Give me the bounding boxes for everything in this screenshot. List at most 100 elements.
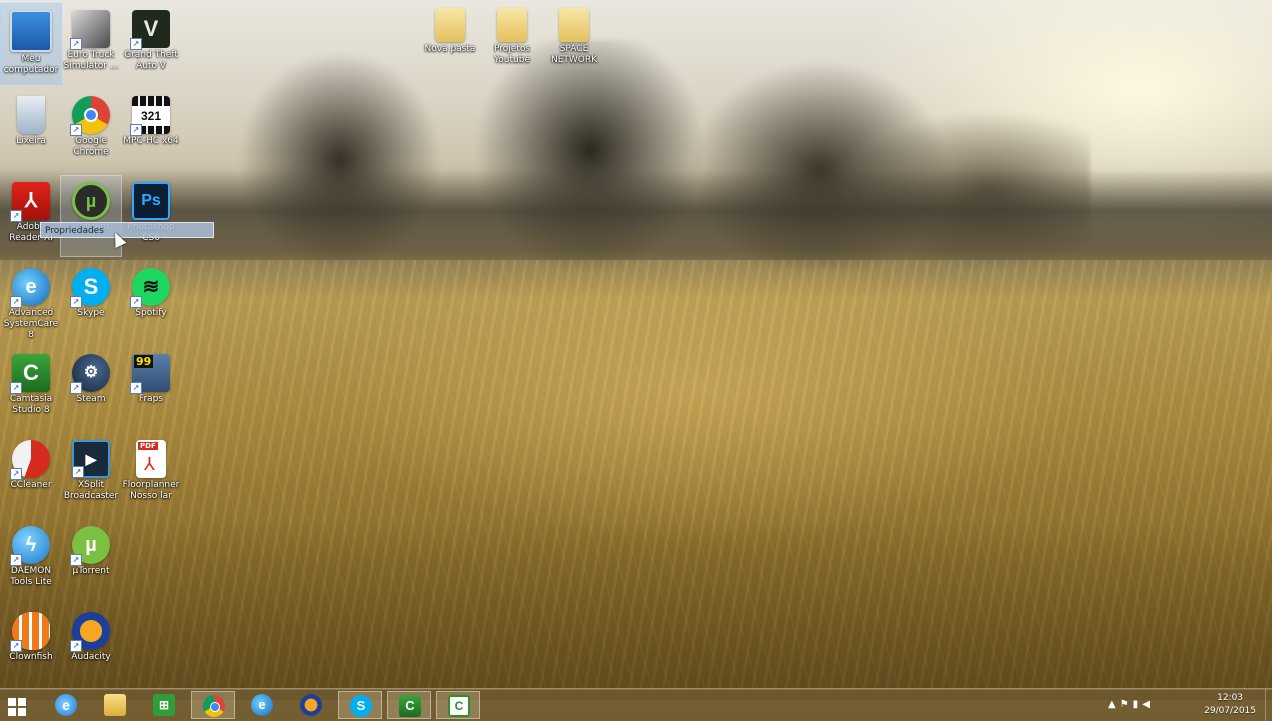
- ccleaner-icon: ↗: [10, 440, 50, 480]
- drag-tooltip: Propriedades: [40, 222, 214, 238]
- start-button[interactable]: [0, 691, 40, 719]
- xsplit-icon: ▶ ↗: [72, 440, 110, 478]
- desktop-icon-meu-computador[interactable]: Meu computador: [0, 3, 62, 85]
- desktop-icon-label: Advanced SystemCare 8: [3, 308, 59, 340]
- shortcut-arrow-icon: ↗: [130, 124, 142, 136]
- taskbar-store[interactable]: ⊞: [142, 691, 186, 719]
- shortcut-arrow-icon: ↗: [10, 296, 22, 308]
- desktop-icon-gta-v[interactable]: V ↗ Grand Theft Auto V: [121, 4, 181, 84]
- taskbar-camtasia-recorder[interactable]: C: [436, 691, 480, 719]
- shortcut-arrow-icon: ↗: [70, 38, 82, 50]
- wallpaper-treeline: [0, 170, 1272, 260]
- daemon-tools-icon: ϟ ↗: [10, 526, 50, 566]
- desktop-icon-audacity[interactable]: ↗ Audacity: [61, 606, 121, 686]
- desktop-icon-skype[interactable]: S ↗ Skype: [61, 262, 121, 342]
- taskbar: e ⊞ e S C C ▲⚑▮◀ 12:03 29/07/2015: [0, 688, 1272, 721]
- taskbar-audacity[interactable]: [289, 691, 333, 719]
- taskbar-skype[interactable]: S: [338, 691, 382, 719]
- shortcut-arrow-icon: ↗: [130, 296, 142, 308]
- shortcut-arrow-icon: ↗: [10, 554, 22, 566]
- show-hidden-icons-icon[interactable]: ▲: [1108, 699, 1120, 710]
- clock-date: 29/07/2015: [1204, 706, 1256, 716]
- advanced-systemcare-icon: e: [251, 694, 273, 716]
- desktop-icon-advanced-systemcare[interactable]: e ↗ Advanced SystemCare 8: [1, 262, 61, 342]
- taskbar-internet-explorer[interactable]: e: [44, 691, 88, 719]
- camtasia-icon: C: [399, 695, 421, 717]
- desktop-icon-label: Floorplanner Nosso lar: [122, 480, 180, 501]
- shortcut-arrow-icon: ↗: [72, 466, 84, 478]
- desktop-icon-euro-truck[interactable]: ↗ Euro Truck Simulator ...: [61, 4, 121, 84]
- utorrent-icon: µ: [72, 182, 110, 220]
- desktop-icon-label: DAEMON Tools Lite: [10, 566, 52, 587]
- network-icon[interactable]: ▮: [1133, 699, 1143, 710]
- taskbar-advanced-systemcare[interactable]: e: [240, 691, 284, 719]
- desktop-icon-google-chrome[interactable]: ↗ Google Chrome: [61, 90, 121, 170]
- desktop-icon-ccleaner[interactable]: ↗ CCleaner: [1, 434, 61, 514]
- camtasia-icon: C ↗: [10, 354, 50, 394]
- desktop-icon-floorplanner-pdf[interactable]: PDF ⅄ Floorplanner Nosso lar: [121, 434, 181, 514]
- desktop-icon-spotify[interactable]: ≋ ↗ Spotify: [121, 262, 181, 342]
- chrome-icon: [203, 695, 225, 717]
- audacity-icon: ↗: [70, 612, 110, 652]
- shortcut-arrow-icon: ↗: [70, 382, 82, 394]
- desktop-icon-label: Fraps: [138, 394, 164, 404]
- audacity-icon: [300, 694, 322, 716]
- clownfish-icon: ↗: [10, 612, 50, 652]
- desktop-folder-nova-pasta[interactable]: Nova pasta: [420, 2, 480, 82]
- desktop-icon-label: Steam: [76, 394, 106, 404]
- desktop-icon-daemon-tools[interactable]: ϟ ↗ DAEMON Tools Lite: [1, 520, 61, 600]
- desktop-icon-label: Meu computador: [3, 54, 59, 75]
- show-desktop-button[interactable]: [1265, 689, 1272, 721]
- steam-icon: ⚙ ↗: [70, 354, 110, 394]
- desktop-icon-label: Grand Theft Auto V: [124, 50, 178, 71]
- desktop-icon-steam[interactable]: ⚙ ↗ Steam: [61, 348, 121, 428]
- system-tray: ▲⚑▮◀ 12:03 29/07/2015: [1102, 689, 1272, 721]
- skype-icon: S: [350, 695, 372, 717]
- desktop-icon-label: CCleaner: [10, 480, 52, 490]
- advanced-systemcare-icon: e ↗: [10, 268, 50, 308]
- desktop-icon-xsplit[interactable]: ▶ ↗ XSplit Broadcaster: [61, 434, 121, 514]
- shortcut-arrow-icon: ↗: [10, 382, 22, 394]
- desktop-icon-photoshop[interactable]: Ps Photoshop CS6: [121, 176, 181, 256]
- shortcut-arrow-icon: ↗: [10, 640, 22, 652]
- desktop-icon-label: Euro Truck Simulator ...: [63, 50, 119, 71]
- clock-time: 12:03: [1217, 693, 1244, 703]
- store-icon: ⊞: [153, 694, 175, 716]
- desktop-folder-label: Nova pasta: [424, 44, 476, 54]
- folder-icon: [435, 8, 465, 42]
- desktop-folder-space-network[interactable]: SPACE NETWORK: [544, 2, 604, 82]
- taskbar-camtasia[interactable]: C: [387, 691, 431, 719]
- taskbar-file-explorer[interactable]: [93, 691, 137, 719]
- desktop-icon-camtasia[interactable]: C ↗ Camtasia Studio 8: [1, 348, 61, 428]
- shortcut-arrow-icon: ↗: [130, 38, 142, 50]
- skype-icon: S ↗: [70, 268, 110, 308]
- tray-icons: ▲⚑▮◀: [1108, 699, 1154, 710]
- desktop-icon-mpc-hc[interactable]: 321 ↗ MPC-HC x64: [121, 90, 181, 170]
- desktop-icon-label: Clownfish: [9, 652, 53, 662]
- shortcut-arrow-icon: ↗: [70, 124, 82, 136]
- photoshop-icon: Ps: [132, 182, 170, 220]
- taskbar-clock[interactable]: 12:03 29/07/2015: [1204, 692, 1256, 718]
- desktop-icon-utorrent-dragged[interactable]: µ uTorrent: [60, 175, 122, 257]
- desktop-folder-label: Projetos Youtube: [493, 44, 531, 65]
- taskbar-chrome[interactable]: [191, 691, 235, 719]
- computer-icon: [10, 10, 52, 52]
- shortcut-arrow-icon: ↗: [70, 554, 82, 566]
- shortcut-arrow-icon: ↗: [70, 296, 82, 308]
- desktop-icon-utorrent[interactable]: µ ↗ µTorrent: [61, 520, 121, 600]
- desktop-icon-lixeira[interactable]: Lixeira: [1, 90, 61, 170]
- folder-icon: [497, 8, 527, 42]
- file-explorer-icon: [104, 694, 126, 716]
- shortcut-arrow-icon: ↗: [130, 382, 142, 394]
- recycle-bin-icon: [17, 96, 45, 134]
- wallpaper-foreground: [0, 520, 1272, 700]
- shortcut-arrow-icon: ↗: [10, 210, 22, 222]
- mpc-hc-icon: 321 ↗: [130, 96, 170, 136]
- desktop-folder-projetos-youtube[interactable]: Projetos Youtube: [482, 2, 542, 82]
- truck-icon: ↗: [70, 10, 110, 50]
- desktop-icon-clownfish[interactable]: ↗ Clownfish: [1, 606, 61, 686]
- volume-icon[interactable]: ◀: [1142, 699, 1154, 710]
- flag-icon[interactable]: ⚑: [1120, 699, 1133, 710]
- desktop-icon-fraps[interactable]: 99 ↗ Fraps: [121, 348, 181, 428]
- desktop-icon-adobe-reader[interactable]: ⅄ ↗ Adobe Reader XI: [1, 176, 61, 256]
